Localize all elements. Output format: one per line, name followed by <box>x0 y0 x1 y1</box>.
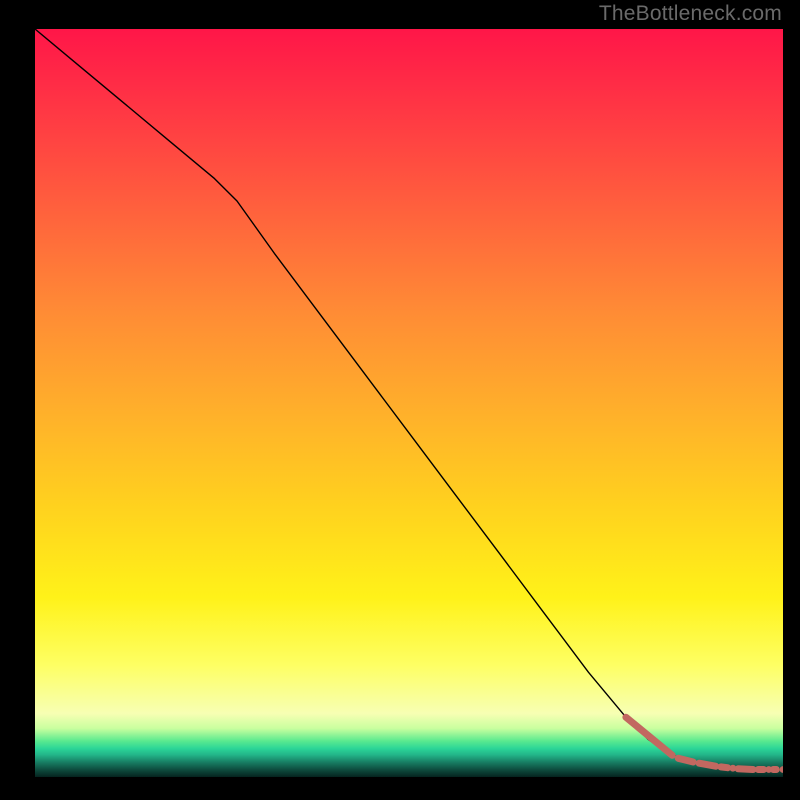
plot-area <box>35 29 783 777</box>
main-curve <box>35 29 783 770</box>
watermark-text: TheBottleneck.com <box>599 2 782 26</box>
tail-highlight <box>626 717 783 773</box>
chart-frame: TheBottleneck.com <box>0 0 800 800</box>
plot-svg <box>35 29 783 777</box>
